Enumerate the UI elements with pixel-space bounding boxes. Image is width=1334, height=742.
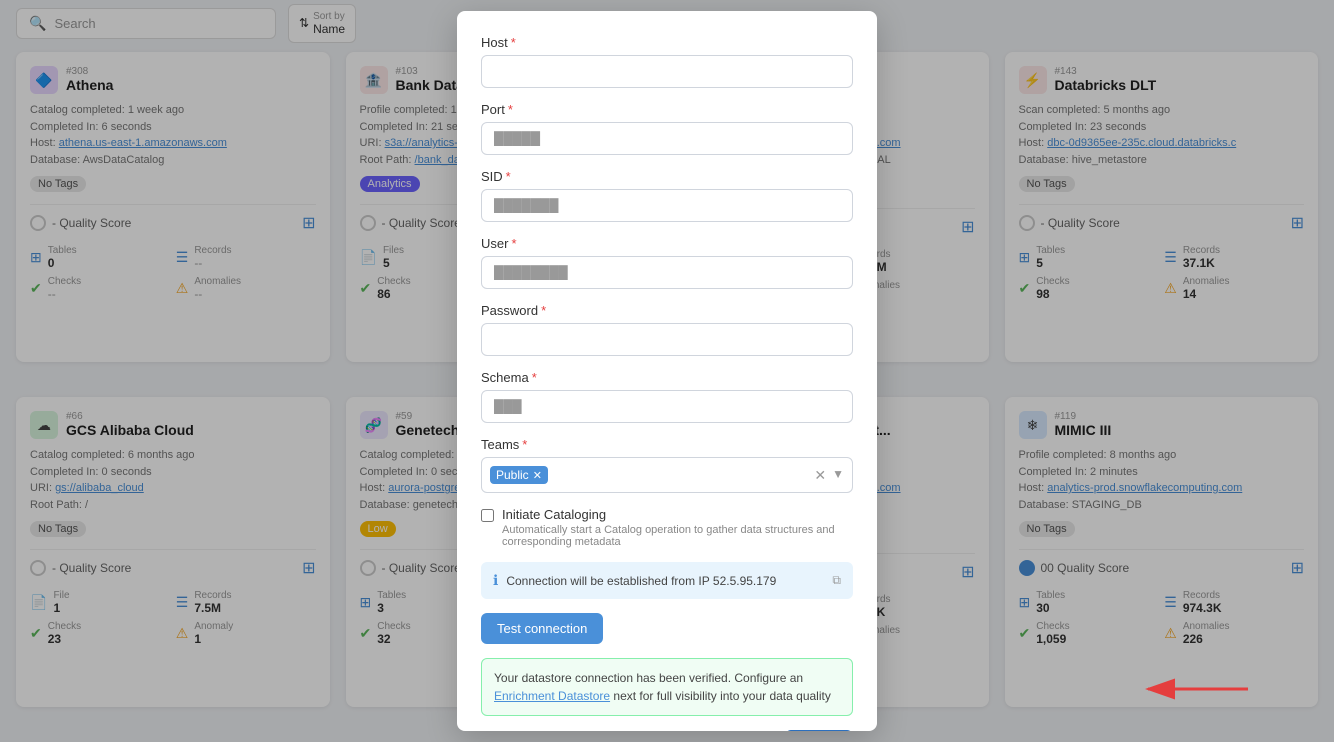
host-label: Host [481, 35, 508, 50]
user-group: User * [481, 236, 853, 289]
next-button[interactable]: Next [785, 730, 853, 731]
user-input[interactable] [481, 256, 853, 289]
port-label: Port [481, 102, 505, 117]
info-icon: ℹ [493, 572, 498, 589]
enrichment-datastore-link[interactable]: Enrichment Datastore [494, 689, 610, 703]
password-input[interactable] [481, 323, 853, 356]
host-input[interactable] [481, 55, 853, 88]
teams-remove-icon[interactable]: ✕ [533, 469, 542, 482]
success-message-box: Your datastore connection has been verif… [481, 658, 853, 716]
teams-input[interactable]: Public ✕ ✕ ▼ [481, 457, 853, 493]
initiate-cataloging-desc: Automatically start a Catalog operation … [502, 524, 853, 548]
initiate-cataloging-label: Initiate Cataloging [502, 507, 853, 522]
initiate-cataloging-row: Initiate Cataloging Automatically start … [481, 507, 853, 548]
modal-footer: Finish Next [481, 730, 853, 731]
password-required: * [541, 303, 546, 318]
schema-label: Schema [481, 370, 529, 385]
test-connection-button[interactable]: Test connection [481, 613, 603, 644]
sid-label: SID [481, 169, 503, 184]
sid-group: SID * [481, 169, 853, 222]
schema-group: Schema * [481, 370, 853, 423]
success-message-text2: next for full visibility into your data … [610, 689, 831, 703]
teams-label: Teams [481, 437, 519, 452]
ip-address: 52.5.95.179 [713, 574, 776, 588]
teams-group: Teams * Public ✕ ✕ ▼ [481, 437, 853, 493]
user-required: * [511, 236, 516, 251]
teams-public-label: Public [496, 468, 529, 482]
connection-info-box: ℹ Connection will be established from IP… [481, 562, 853, 599]
password-group: Password * [481, 303, 853, 356]
port-group: Port * [481, 102, 853, 155]
host-required: * [511, 35, 516, 50]
connection-info-text: Connection will be established from IP 5… [506, 574, 776, 588]
password-label: Password [481, 303, 538, 318]
host-group: Host * [481, 35, 853, 88]
schema-input[interactable] [481, 390, 853, 423]
copy-icon[interactable]: ⧉ [832, 573, 841, 588]
schema-required: * [532, 370, 537, 385]
initiate-cataloging-checkbox[interactable] [481, 509, 494, 522]
connection-modal: Host * Port * SID * User * Password * [457, 11, 877, 731]
teams-required: * [522, 437, 527, 452]
user-label: User [481, 236, 508, 251]
teams-public-badge[interactable]: Public ✕ [490, 466, 548, 484]
success-message-text: Your datastore connection has been verif… [494, 671, 803, 685]
port-required: * [508, 102, 513, 117]
teams-dropdown-icon[interactable]: ▼ [832, 467, 844, 484]
teams-clear-icon[interactable]: ✕ [814, 467, 826, 484]
sid-required: * [506, 169, 511, 184]
sid-input[interactable] [481, 189, 853, 222]
port-input[interactable] [481, 122, 853, 155]
